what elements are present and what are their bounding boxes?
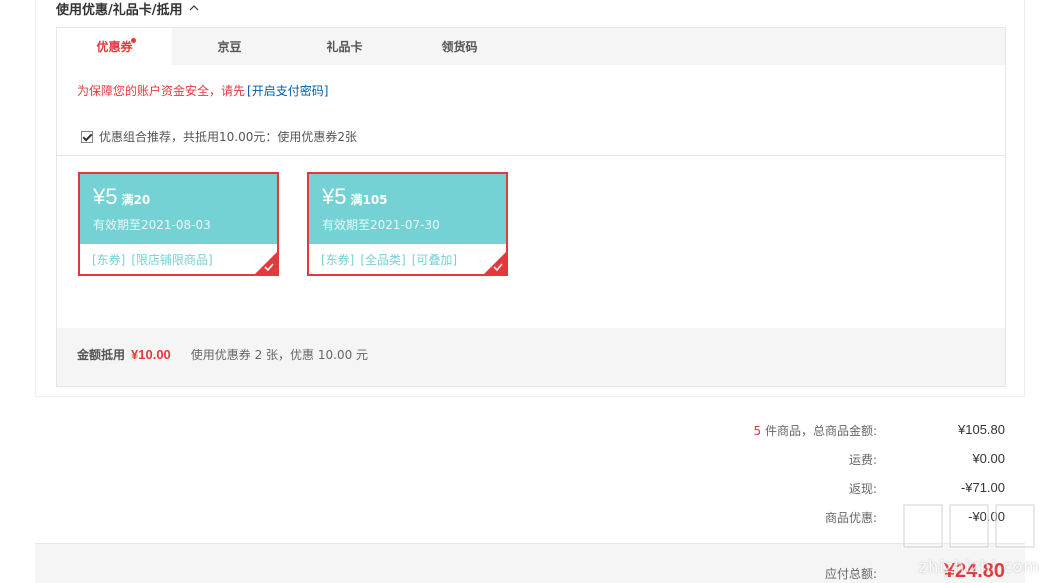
coupon-condition: 满20 xyxy=(121,193,151,207)
tab-gift-card[interactable]: 礼品卡 xyxy=(287,28,402,65)
coupon-card[interactable]: ¥5 满20 有效期至2021-08-03 [东券] [限店铺限商品] xyxy=(78,172,279,276)
tab-coupons[interactable]: 优惠券 xyxy=(57,28,172,65)
tab-bar: 优惠券 京豆 礼品卡 领货码 xyxy=(57,28,1005,65)
security-warning-text: 为保障您的账户资金安全，请先 xyxy=(77,84,246,98)
coupon-tag: [可叠加] xyxy=(411,253,458,267)
coupon-tag: [限店铺限商品] xyxy=(131,253,213,267)
combo-checkbox[interactable] xyxy=(81,130,93,143)
goods-label: 5 件商品，总商品金额: xyxy=(677,422,877,440)
shipping-value: ¥0.00 xyxy=(972,451,1005,466)
tab-jingdou[interactable]: 京豆 xyxy=(172,28,287,65)
coupon-tag: [东券] xyxy=(92,253,126,267)
cashback-value: -¥71.00 xyxy=(960,480,1005,495)
tab-label: 礼品卡 xyxy=(326,40,363,54)
coupon-expiry: 有效期至2021-07-30 xyxy=(322,218,440,232)
coupon-expiry: 有效期至2021-08-03 xyxy=(93,218,211,232)
summary-bar: 金额抵用 ¥10.00 使用优惠券 2 张，优惠 10.00 元 xyxy=(57,328,1005,368)
security-warning: 为保障您的账户资金安全，请先 [开启支付密码] xyxy=(77,82,328,99)
tab-label: 领货码 xyxy=(441,40,478,54)
coupon-condition: 满105 xyxy=(350,193,388,207)
goods-count: 5 xyxy=(753,424,762,438)
new-dot-icon xyxy=(131,38,136,43)
coupon-panel: 优惠券 京豆 礼品卡 领货码 为保障您的账户资金安全，请先 [开启支付密码] 优惠… xyxy=(56,27,1006,387)
tab-redeem-code[interactable]: 领货码 xyxy=(402,28,517,65)
section-title[interactable]: 使用优惠/礼品卡/抵用 xyxy=(56,0,199,18)
coupon-card[interactable]: ¥5 满105 有效期至2021-07-30 [东券] [全品类] [可叠加] xyxy=(307,172,508,276)
goods-label-text: 件商品，总商品金额: xyxy=(764,424,877,438)
summary-value: ¥10.00 xyxy=(131,346,171,362)
coupon-top: ¥5 满20 有效期至2021-08-03 xyxy=(80,174,277,244)
checkmark-icon xyxy=(493,263,503,272)
goods-value: ¥105.80 xyxy=(958,422,1005,437)
coupon-top: ¥5 满105 有效期至2021-07-30 xyxy=(309,174,506,244)
watermark-logo-icon xyxy=(902,503,1036,549)
coupon-tags: [东券] [限店铺限商品] xyxy=(80,244,277,268)
checkmark-icon xyxy=(264,263,274,272)
section-title-text: 使用优惠/礼品卡/抵用 xyxy=(56,2,183,18)
coupon-amount: ¥5 xyxy=(322,184,347,209)
chevron-up-icon[interactable] xyxy=(189,3,199,13)
combo-recommend[interactable]: 优惠组合推荐，共抵用10.00元：使用优惠券2张 xyxy=(81,128,357,145)
pay-total-label: 应付总额: xyxy=(824,567,877,581)
combo-text: 优惠组合推荐，共抵用10.00元：使用优惠券2张 xyxy=(99,130,357,144)
total-goods-row: 5 件商品，总商品金额: ¥105.80 xyxy=(677,422,1005,440)
enable-pay-password-link[interactable]: [开启支付密码] xyxy=(247,84,328,98)
coupon-tag: [全品类] xyxy=(360,253,406,267)
summary-desc: 使用优惠券 2 张，优惠 10.00 元 xyxy=(190,347,369,362)
shipping-row: 运费: ¥0.00 xyxy=(677,451,1005,469)
watermark-text: zhizhizhi.com xyxy=(918,557,1040,576)
coupon-tags: [东券] [全品类] [可叠加] xyxy=(309,244,506,268)
tab-label: 京豆 xyxy=(217,40,242,54)
divider xyxy=(57,155,1005,156)
coupon-amount: ¥5 xyxy=(93,184,118,209)
tab-label: 优惠券 xyxy=(96,40,133,54)
cashback-label: 返现: xyxy=(848,482,877,496)
cashback-row: 返现: -¥71.00 xyxy=(677,480,1005,498)
summary-label: 金额抵用 xyxy=(77,347,126,362)
coupon-tag: [东券] xyxy=(321,253,355,267)
shipping-label: 运费: xyxy=(848,453,877,467)
discount-label: 商品优惠: xyxy=(824,511,877,525)
